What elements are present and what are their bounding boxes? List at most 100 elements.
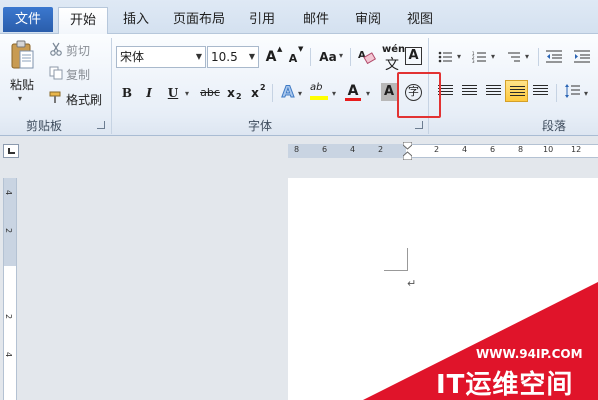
italic-button[interactable]: I bbox=[142, 82, 156, 104]
tab-home[interactable]: 开始 bbox=[58, 7, 108, 35]
ruler-tick: 4 bbox=[4, 189, 14, 196]
justify-button[interactable] bbox=[505, 80, 528, 102]
strikethrough-button[interactable]: abc bbox=[198, 82, 222, 104]
ruler-tick: 4 bbox=[462, 145, 468, 154]
subscript-button[interactable]: x bbox=[226, 82, 236, 104]
chevron-down-icon[interactable]: ▾ bbox=[332, 89, 336, 98]
justify-icon bbox=[510, 86, 525, 97]
chevron-down-icon[interactable]: ▾ bbox=[491, 52, 495, 61]
paste-icon[interactable] bbox=[9, 40, 35, 74]
chevron-down-icon: ▼ bbox=[195, 52, 202, 61]
align-right-icon[interactable] bbox=[486, 85, 501, 96]
phonetic-guide-icon: 文 bbox=[385, 57, 399, 73]
ruler-tick: 2 bbox=[378, 145, 384, 154]
tab-file[interactable]: 文件 bbox=[3, 7, 53, 32]
margin-corner-mark bbox=[407, 248, 408, 271]
font-size-combo[interactable]: 10.5 ▼ bbox=[207, 46, 259, 68]
tab-page-layout[interactable]: 页面布局 bbox=[166, 7, 232, 32]
align-center-icon[interactable] bbox=[462, 85, 477, 96]
paste-button[interactable]: 粘贴 bbox=[10, 76, 34, 93]
grow-font-button[interactable]: A bbox=[264, 46, 278, 68]
ruler-tick: 12 bbox=[571, 145, 582, 154]
tab-review[interactable]: 审阅 bbox=[348, 7, 388, 32]
vertical-ruler[interactable] bbox=[3, 178, 17, 400]
divider bbox=[310, 48, 311, 66]
ribbon-home: 粘贴 ▾ 剪切 复制 格式刷 剪贴板 宋体 ▼ 10.5 ▼ A ▲ A ▼ A… bbox=[0, 34, 598, 136]
tab-insert[interactable]: 插入 bbox=[116, 7, 156, 32]
cut-icon bbox=[49, 42, 63, 56]
highlight-color-swatch bbox=[310, 96, 328, 100]
chevron-down-icon[interactable]: ▾ bbox=[525, 52, 529, 61]
format-painter-button[interactable]: 格式刷 bbox=[66, 91, 102, 108]
chevron-down-icon: ▾ bbox=[339, 51, 344, 60]
tab-mailings[interactable]: 邮件 bbox=[296, 7, 336, 32]
decrease-indent-icon[interactable] bbox=[546, 50, 562, 63]
multilevel-list-icon[interactable] bbox=[506, 51, 520, 63]
underline-button[interactable]: U bbox=[166, 82, 180, 104]
ruler-tick: 8 bbox=[294, 145, 300, 154]
font-name-value: 宋体 bbox=[120, 50, 145, 64]
copy-button[interactable]: 复制 bbox=[66, 66, 90, 83]
bold-button[interactable]: B bbox=[120, 82, 134, 104]
ruler-tick: 2 bbox=[434, 145, 440, 154]
svg-text:3: 3 bbox=[472, 59, 475, 63]
bullets-icon[interactable] bbox=[438, 51, 452, 63]
annotation-highlight-box bbox=[397, 72, 441, 118]
watermark-title: IT运维空间 bbox=[436, 370, 574, 400]
chevron-down-icon[interactable]: ▾ bbox=[298, 89, 302, 98]
superscript-button[interactable]: x bbox=[250, 82, 260, 104]
subscript-mark: 2 bbox=[236, 92, 242, 101]
copy-icon bbox=[49, 66, 63, 80]
ruler-margin-area bbox=[288, 144, 406, 158]
tab-selector[interactable] bbox=[3, 144, 19, 158]
ruler-tick: 6 bbox=[322, 145, 328, 154]
cut-button[interactable]: 剪切 bbox=[66, 42, 90, 59]
grow-arrow-icon: ▲ bbox=[277, 45, 283, 53]
group-divider bbox=[111, 38, 112, 134]
watermark-url: WWW.94IP.COM bbox=[476, 347, 583, 361]
chevron-down-icon: ▼ bbox=[248, 52, 255, 61]
paragraph-group-label: 段落 bbox=[542, 119, 567, 133]
chevron-down-icon[interactable]: ▾ bbox=[457, 52, 461, 61]
font-name-combo[interactable]: 宋体 ▼ bbox=[116, 46, 206, 68]
ruler-tick: 4 bbox=[350, 145, 356, 154]
character-border-button[interactable]: A bbox=[405, 47, 422, 65]
divider bbox=[272, 84, 273, 102]
character-shading-button[interactable]: A bbox=[381, 83, 397, 101]
increase-indent-icon[interactable] bbox=[574, 50, 590, 63]
format-painter-icon bbox=[49, 90, 63, 104]
margin-corner-mark bbox=[384, 270, 408, 271]
numbering-icon[interactable]: 123 bbox=[472, 51, 486, 64]
text-effects-button[interactable]: A bbox=[280, 81, 296, 103]
ruler-tick: 2 bbox=[4, 313, 14, 320]
font-color-swatch bbox=[345, 98, 361, 101]
superscript-mark: 2 bbox=[260, 83, 266, 92]
ruler-tick: 4 bbox=[4, 351, 14, 358]
ruler-tick: 2 bbox=[4, 227, 14, 234]
line-spacing-icon[interactable] bbox=[564, 82, 580, 100]
shrink-arrow-icon: ▼ bbox=[298, 45, 304, 53]
ruler-tick: 8 bbox=[518, 145, 524, 154]
clipboard-group-label: 剪贴板 bbox=[26, 119, 63, 133]
divider bbox=[538, 48, 539, 66]
clipboard-launcher-icon[interactable] bbox=[97, 121, 105, 129]
paste-dropdown-arrow[interactable]: ▾ bbox=[18, 94, 22, 103]
divider bbox=[556, 84, 557, 102]
tab-view[interactable]: 视图 bbox=[400, 7, 440, 32]
distributed-icon[interactable] bbox=[533, 85, 548, 96]
chevron-down-icon[interactable]: ▾ bbox=[584, 89, 588, 98]
chevron-down-icon[interactable]: ▾ bbox=[366, 89, 370, 98]
ruler-tick: 10 bbox=[543, 145, 554, 154]
font-group-label: 字体 bbox=[248, 119, 273, 133]
chevron-down-icon[interactable]: ▾ bbox=[185, 89, 189, 98]
font-launcher-icon[interactable] bbox=[415, 121, 423, 129]
clear-format-icon[interactable]: A bbox=[357, 46, 377, 68]
font-size-value: 10.5 bbox=[211, 50, 238, 64]
left-tab-icon bbox=[8, 148, 15, 154]
indent-marker-icon[interactable] bbox=[402, 141, 413, 161]
tab-references[interactable]: 引用 bbox=[242, 7, 282, 32]
divider bbox=[350, 48, 351, 66]
highlight-button[interactable]: ab bbox=[310, 82, 322, 93]
paragraph-mark: ↵ bbox=[407, 277, 417, 290]
change-case-button[interactable]: Aa bbox=[318, 46, 338, 68]
